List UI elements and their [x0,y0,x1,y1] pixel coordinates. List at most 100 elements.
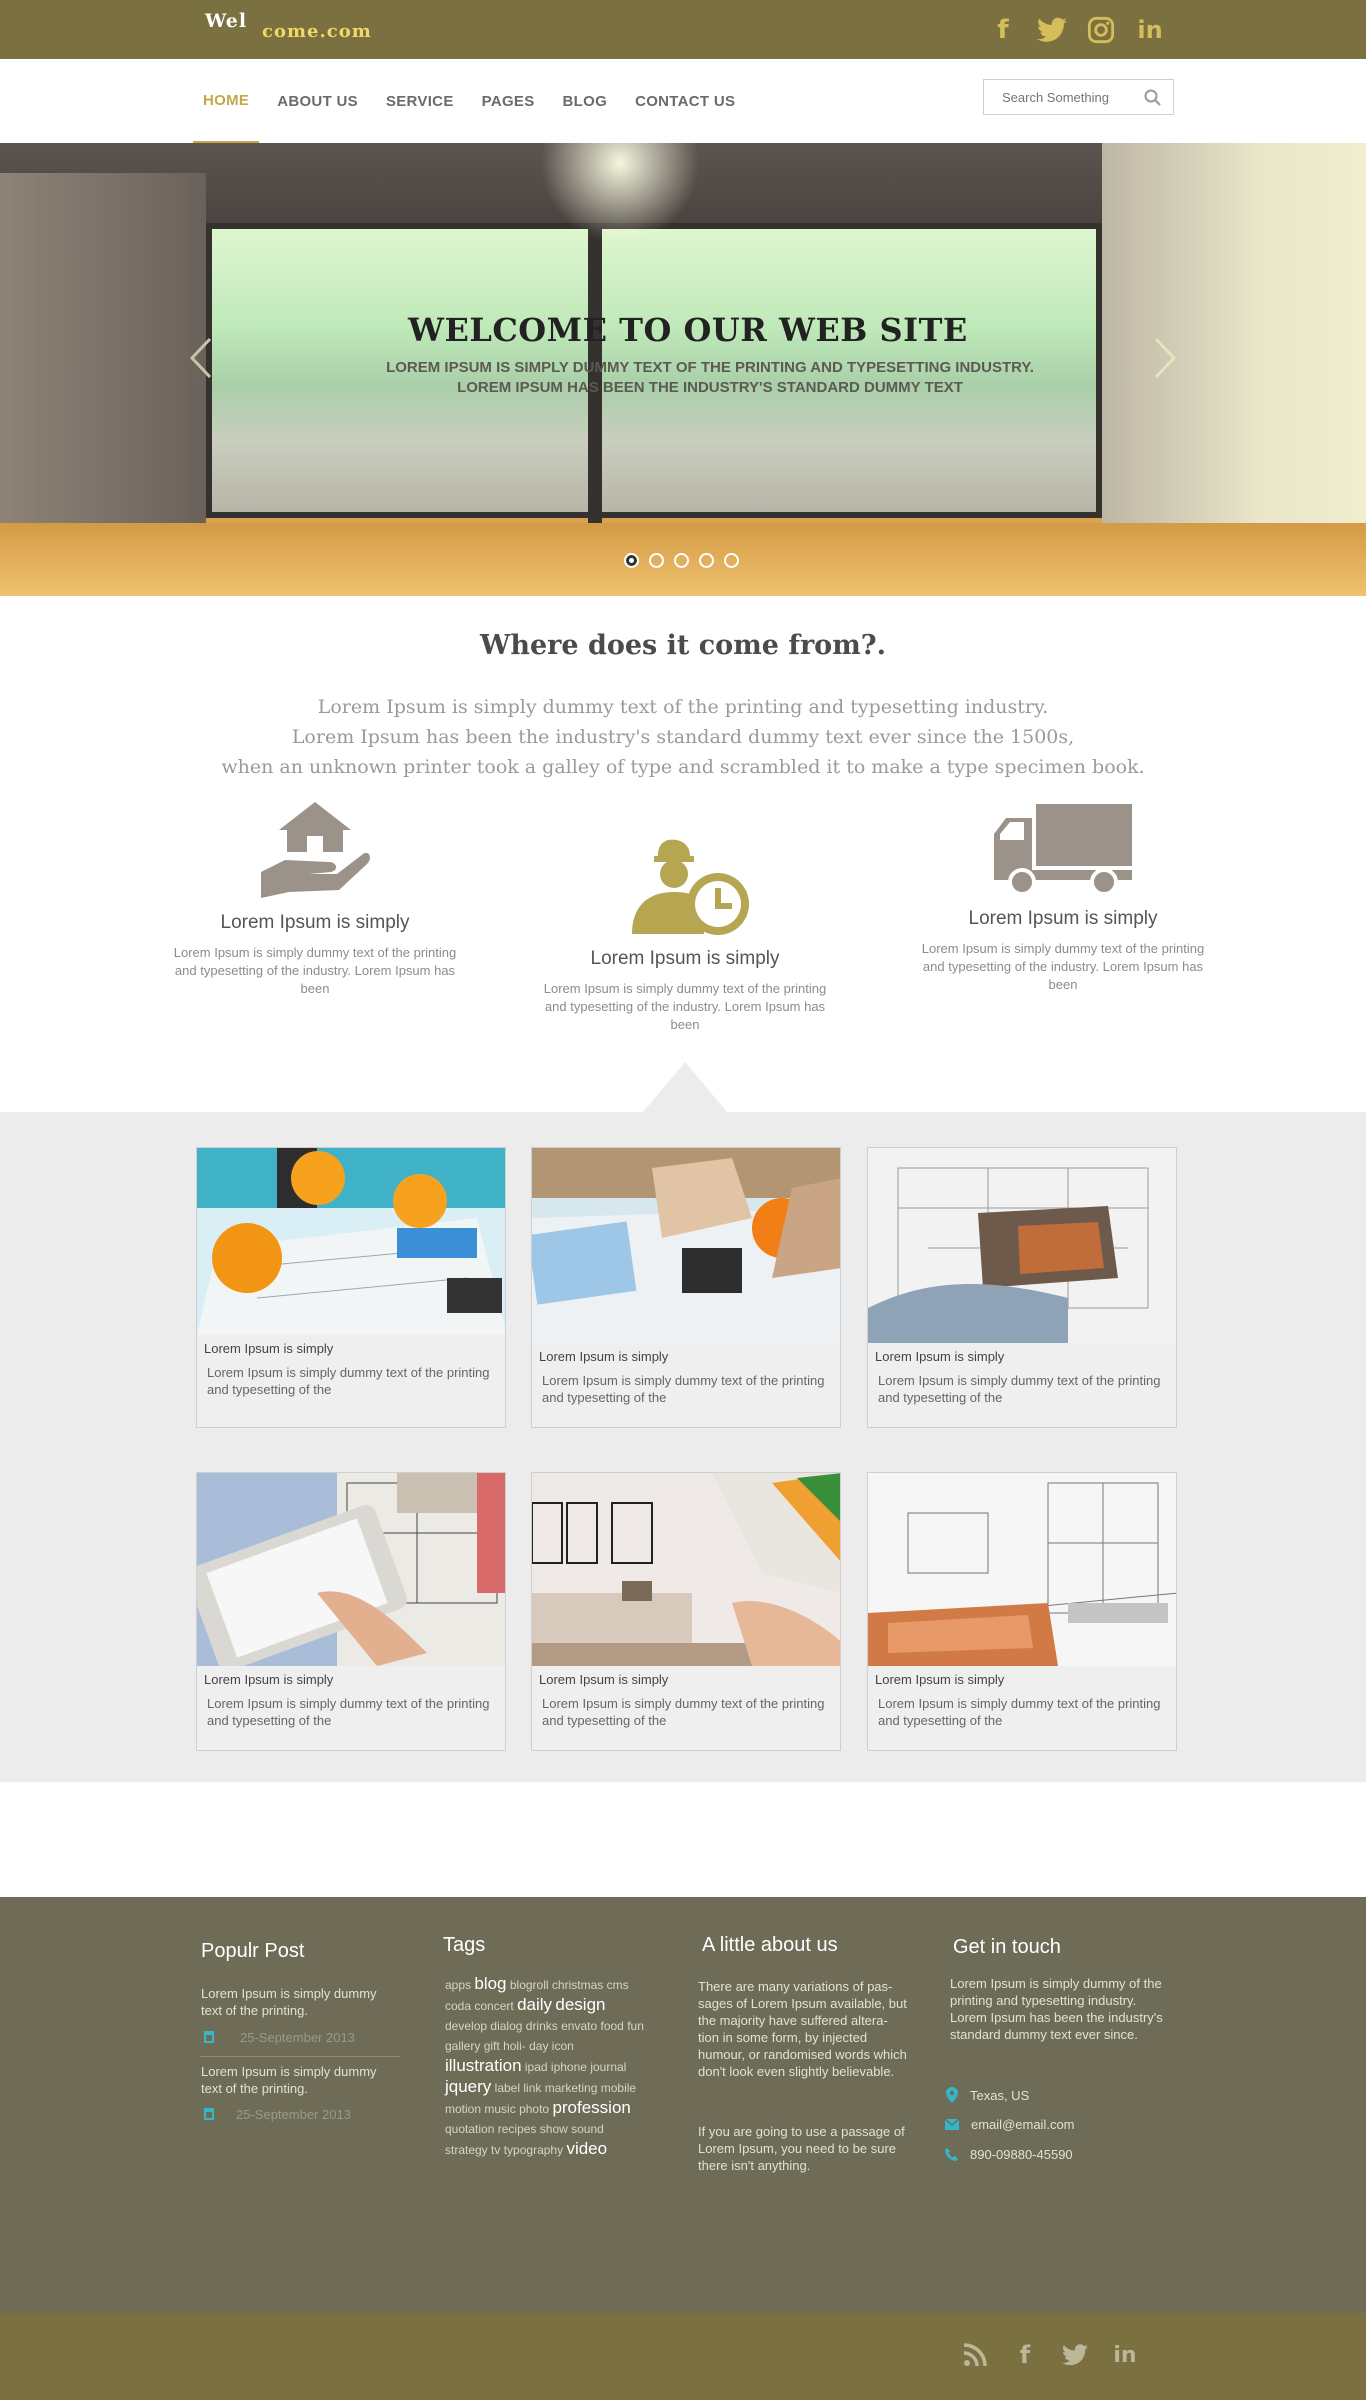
tag-link[interactable]: coda [445,1999,471,2013]
tag-link[interactable]: food [601,2019,624,2033]
tag-link[interactable]: jquery [445,2077,491,2096]
nav-item-service[interactable]: SERVICE [376,59,464,143]
location-text: Texas, US [970,2087,1030,2103]
linkedin-icon[interactable]: in [1134,14,1166,46]
search-input[interactable] [1002,89,1152,105]
tag-link[interactable]: day [529,2039,548,2053]
gallery-image [532,1473,840,1666]
description-line-3: when an unknown printer took a galley of… [221,756,1145,778]
facebook-icon[interactable]: f [987,14,1019,46]
hand-house-icon [261,802,370,898]
slider-dot-2[interactable] [649,553,664,568]
tag-link[interactable]: daily [517,1995,552,2014]
tag-link[interactable]: motion [445,2102,481,2116]
slider-dot-1[interactable] [624,553,639,568]
tag-link[interactable]: music [484,2102,515,2116]
slider-dot-4[interactable] [699,553,714,568]
site-logo[interactable]: Wel come.com [205,12,372,41]
calendar-icon [204,2031,214,2043]
rss-icon[interactable] [960,2340,990,2370]
facebook-icon[interactable]: f [1010,2340,1040,2370]
tag-link[interactable]: cms [607,1978,629,1992]
tag-link[interactable]: blogroll [510,1978,549,1992]
card-title: Lorem Ipsum is simply [875,1672,1005,1687]
phone-text: 890-09880-45590 [970,2147,1073,2162]
tag-link[interactable]: journal [590,2060,626,2074]
card-text: Lorem Ipsum is simply dummy text of the … [207,1365,490,1397]
tags-title: Tags [443,1934,486,1956]
tag-link[interactable]: strategy [445,2143,488,2157]
header-social-links: f in [987,14,1166,46]
tag-link[interactable]: quotation [445,2122,494,2136]
popular-post-link[interactable]: Lorem Ipsum is simply dummy text of the … [201,1985,391,2019]
tag-link[interactable]: develop [445,2019,487,2033]
gallery-card[interactable]: Lorem Ipsum is simply Lorem Ipsum is sim… [196,1147,506,1428]
post-divider [200,2056,400,2057]
tag-link[interactable]: fun [627,2019,644,2033]
gallery-card[interactable]: Lorem Ipsum is simply Lorem Ipsum is sim… [867,1472,1177,1751]
tag-link[interactable]: tv [491,2143,500,2157]
instagram-icon[interactable] [1085,14,1117,46]
email-icon [945,2119,959,2130]
nav-item-home[interactable]: HOME [193,59,260,143]
calendar-icon [204,2108,214,2120]
section-description: Lorem Ipsum is simply dummy text of the … [0,692,1366,782]
tag-link[interactable]: holi- [503,2039,526,2053]
tag-link[interactable]: sound [571,2122,604,2136]
hero-slider: WELCOME TO OUR WEB SITE LOREM IPSUM IS S… [0,143,1366,596]
tag-link[interactable]: iphone [551,2060,587,2074]
nav-item-about-us[interactable]: ABOUT US [267,59,368,143]
card-title: Lorem Ipsum is simply [539,1349,669,1364]
tag-link[interactable]: apps [445,1978,471,1992]
search-icon[interactable] [1143,88,1163,108]
tag-link[interactable]: blog [474,1974,506,1993]
phone-icon [945,2148,958,2161]
tag-link[interactable]: ipad [525,2060,548,2074]
feature-text: Lorem Ipsum is simply dummy text of the … [543,981,827,1032]
tag-link[interactable]: video [566,2139,607,2158]
tag-link[interactable]: icon [552,2039,574,2053]
tag-link[interactable]: profession [552,2098,630,2117]
twitter-icon[interactable] [1060,2340,1090,2370]
tag-link[interactable]: photo [519,2102,549,2116]
nav-item-pages[interactable]: PAGES [472,59,545,143]
tag-link[interactable]: mobile [601,2081,636,2095]
tag-link[interactable]: concert [474,1999,513,2013]
gallery-card[interactable]: Lorem Ipsum is simply Lorem Ipsum is sim… [867,1147,1177,1428]
feature-card: Lorem Ipsum is simply Lorem Ipsum is sim… [165,800,465,998]
tag-link[interactable]: envato [561,2019,597,2033]
tag-link[interactable]: link [523,2081,541,2095]
slider-next-arrow[interactable] [1150,333,1180,383]
footer-social-links: f in [960,2340,1140,2370]
worker-clock-icon [632,839,749,935]
tag-link[interactable]: gallery [445,2039,480,2053]
tag-link[interactable]: illustration [445,2056,522,2075]
tag-link[interactable]: typography [504,2143,563,2157]
popular-post-link[interactable]: Lorem Ipsum is simply dummy text of the … [201,2063,391,2097]
contact-email: email@email.com [945,2117,1075,2132]
tag-link[interactable]: show [540,2122,568,2136]
slider-prev-arrow[interactable] [186,333,216,383]
nav-item-contact-us[interactable]: CONTACT US [625,59,745,143]
about-text: There are many variations of pas-sages o… [698,1979,907,2079]
gallery-card[interactable]: Lorem Ipsum is simply Lorem Ipsum is sim… [531,1472,841,1751]
slider-dot-5[interactable] [724,553,739,568]
tag-link[interactable]: marketing [545,2081,598,2095]
section-title: Where does it come from?. [480,630,886,661]
truck-icon [994,804,1132,896]
gallery-card[interactable]: Lorem Ipsum is simply Lorem Ipsum is sim… [196,1472,506,1751]
tag-link[interactable]: design [555,1995,605,2014]
tag-link[interactable]: recipes [498,2122,537,2136]
twitter-icon[interactable] [1036,14,1068,46]
tag-link[interactable]: dialog [490,2019,522,2033]
tag-link[interactable]: label [495,2081,520,2095]
bottom-bar [0,2313,1366,2400]
tag-link[interactable]: drinks [526,2019,558,2033]
tag-link[interactable]: christmas [552,1978,603,1992]
tag-link[interactable]: gift [484,2039,500,2053]
nav-item-blog[interactable]: BLOG [553,59,618,143]
email-link[interactable]: email@email.com [971,2117,1075,2132]
slider-dot-3[interactable] [674,553,689,568]
linkedin-icon[interactable]: in [1110,2340,1140,2370]
gallery-card[interactable]: Lorem Ipsum is simply Lorem Ipsum is sim… [531,1147,841,1428]
